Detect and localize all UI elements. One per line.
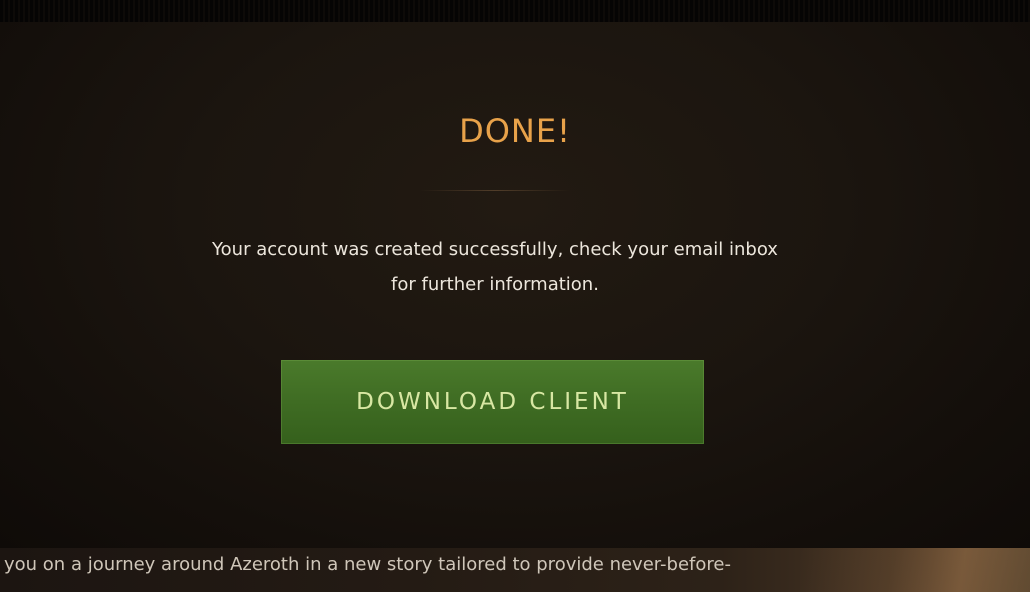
success-message: Your account was created successfully, c…	[150, 232, 840, 302]
page: DONE! Your account was created successfu…	[0, 0, 1030, 592]
footer-section: you on a journey around Azeroth in a new…	[0, 548, 1030, 592]
download-client-button[interactable]: DOWNLOAD CLIENT	[281, 360, 704, 444]
top-strip	[0, 0, 1030, 22]
download-client-label: DOWNLOAD CLIENT	[356, 389, 629, 415]
title-divider	[420, 190, 570, 191]
footer-artwork	[800, 548, 1030, 592]
success-message-line-2: for further information.	[391, 274, 599, 295]
success-message-line-1: Your account was created successfully, c…	[212, 239, 778, 260]
success-title: DONE!	[459, 112, 571, 150]
footer-text: you on a journey around Azeroth in a new…	[4, 554, 731, 575]
